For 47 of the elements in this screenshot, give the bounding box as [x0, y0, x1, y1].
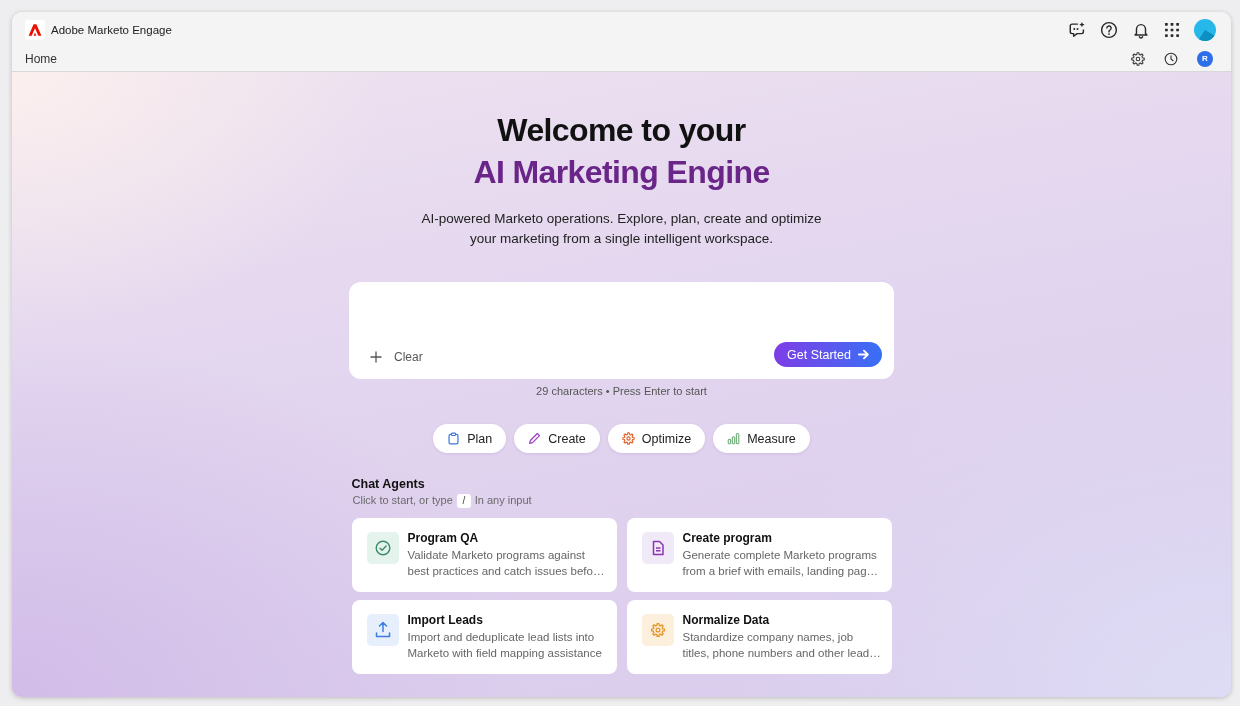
document-icon: [641, 532, 674, 564]
app-title: Adobe Marketo Engage: [51, 24, 172, 36]
hero-title: Welcome to your: [497, 111, 746, 150]
bar-chart-icon: [727, 432, 741, 445]
settings-icon[interactable]: [1131, 52, 1145, 66]
bell-icon[interactable]: [1132, 21, 1150, 39]
key-hint: /: [456, 493, 471, 508]
user-avatar[interactable]: R: [1197, 51, 1213, 67]
gear-icon: [621, 432, 635, 445]
clock-icon[interactable]: [1164, 52, 1178, 66]
prompt-field[interactable]: Clear Get Started: [349, 282, 894, 379]
hero-subtitle: AI-powered Marketo operations. Explore, plan, create and optimize your marketing from a single intelligent workspace.: [420, 210, 823, 248]
logo-icon: [25, 20, 45, 40]
breadcrumb-link[interactable]: Home: [25, 52, 57, 66]
pencil-icon: [528, 432, 542, 445]
arrow-right-icon: [858, 349, 869, 360]
chat-bubble-icon[interactable]: [1068, 21, 1086, 39]
gear-icon: [641, 614, 674, 646]
agent-description: Standardize company names, job titles, phone numbers and other lead…: [682, 630, 882, 661]
quick-action-button[interactable]: Measure: [713, 424, 810, 453]
hint-text: Click to start, or type: [352, 493, 453, 508]
prompt-hint: 29 characters • Press Enter to start: [536, 384, 707, 398]
agent-card[interactable]: Normalize Data Standardize company names, job titles, phone numbers and other lead…: [626, 600, 892, 674]
clipboard-icon: [447, 432, 461, 445]
agent-card[interactable]: Import Leads Import and deduplicate lead lists into Marketo with field mapping assistance: [351, 600, 617, 674]
hint-text: In any input: [474, 493, 532, 508]
agent-card[interactable]: Program QA Validate Marketo programs against best practices and catch issues befo…: [351, 518, 617, 592]
quick-action-button[interactable]: Optimize: [607, 424, 706, 453]
upload-icon: [366, 614, 399, 646]
clear-button[interactable]: Clear: [394, 349, 423, 364]
section-title: Chat Agents: [351, 477, 426, 492]
avatar-icon[interactable]: [1194, 19, 1216, 41]
agent-description: Validate Marketo programs against best practices and catch issues befo…: [407, 548, 606, 579]
plus-icon[interactable]: [370, 350, 382, 363]
agent-title: Create program: [682, 531, 773, 546]
agent-description: Generate complete Marketo programs from a brief with emails, landing pag…: [682, 548, 880, 579]
quick-action-button[interactable]: Plan: [433, 424, 507, 453]
help-icon[interactable]: [1100, 21, 1118, 39]
agent-title: Normalize Data: [682, 613, 771, 628]
hero-highlight: AI Marketing Engine: [473, 153, 770, 192]
agent-title: Import Leads: [407, 613, 484, 628]
get-started-button[interactable]: Get Started: [774, 342, 882, 367]
agent-description: Import and deduplicate lead lists into Marketo with field mapping assistance: [407, 630, 603, 661]
apps-grid-icon[interactable]: [1164, 22, 1180, 38]
quick-action-button[interactable]: Create: [514, 424, 600, 453]
agent-title: Program QA: [407, 531, 480, 546]
agent-card[interactable]: Create program Generate complete Marketo programs from a brief with emails, landing pag…: [626, 518, 892, 592]
